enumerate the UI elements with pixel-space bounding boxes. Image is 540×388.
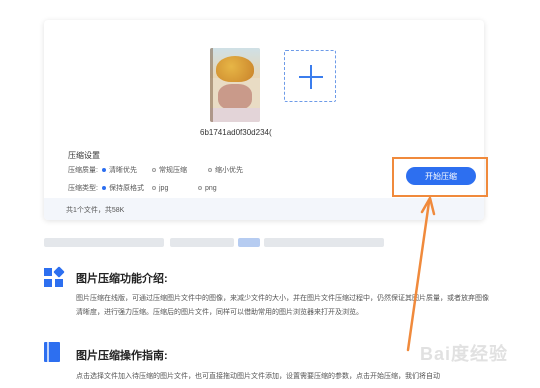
file-name: 6b1741ad0f30d234(: [200, 128, 272, 137]
blurred-content: [44, 238, 164, 247]
quality-option-normal[interactable]: 常规压缩: [152, 165, 200, 175]
blurred-content: [170, 238, 234, 247]
radio-icon: [152, 168, 156, 172]
settings-title: 压缩设置: [68, 151, 100, 160]
radio-icon: [208, 168, 212, 172]
highlight-box: [392, 157, 488, 197]
blurred-content: [264, 238, 384, 247]
blurred-content: [238, 238, 260, 247]
type-option-keep[interactable]: 保持原格式: [102, 183, 152, 193]
book-icon: [44, 342, 60, 362]
radio-icon: [198, 186, 202, 190]
add-file-button[interactable]: [284, 50, 336, 102]
type-option-png[interactable]: png: [198, 185, 217, 192]
quality-row: 压缩质量: 清晰优先 常规压缩 缩小优先: [68, 165, 243, 175]
quality-option-small[interactable]: 缩小优先: [208, 165, 243, 175]
type-option-jpg[interactable]: jpg: [152, 185, 198, 192]
file-count: 共1个文件，共58K: [66, 207, 125, 214]
radio-selected-icon: [102, 168, 106, 172]
type-label: 压缩类型:: [68, 185, 98, 192]
radio-selected-icon: [102, 186, 106, 190]
quality-label: 压缩质量:: [68, 167, 98, 174]
section-title-guide: 图片压缩操作指南:: [76, 350, 168, 362]
file-summary-bar: 共1个文件，共58K: [44, 198, 484, 220]
section-text-intro: 图片压缩在线版，可通过压缩图片文件中的图像，来减少文件的大小，并在图片文件压缩过…: [76, 295, 489, 316]
quality-option-clear[interactable]: 清晰优先: [102, 165, 146, 175]
radio-icon: [152, 186, 156, 190]
section-title-intro: 图片压缩功能介绍:: [76, 273, 168, 285]
section-text-guide: 点击选择文件加入待压缩的图片文件，也可直接拖动图片文件添加，设置需要压缩的参数，…: [76, 373, 440, 380]
grid-icon: [44, 266, 65, 288]
type-row: 压缩类型: 保持原格式 jpg png: [68, 183, 217, 193]
uploaded-image-thumbnail[interactable]: [210, 48, 260, 122]
watermark: Bai度经验: [420, 344, 509, 364]
